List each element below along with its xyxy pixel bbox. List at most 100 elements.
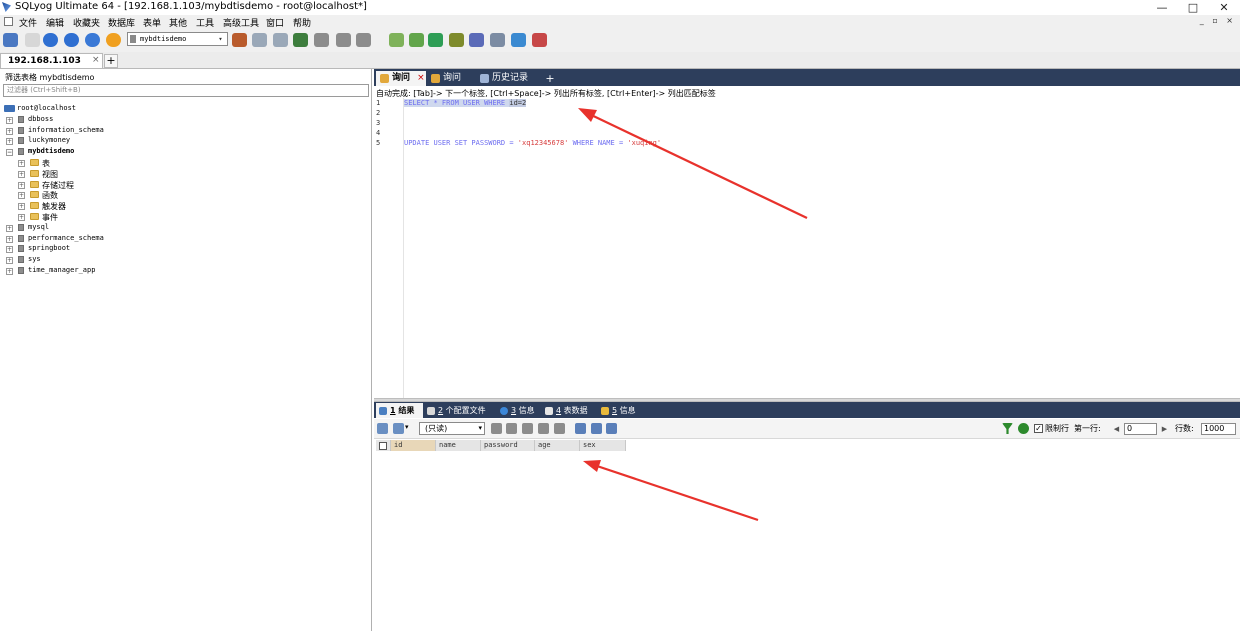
tab-table-data[interactable]: 4 表数据: [542, 403, 594, 418]
stop-icon[interactable]: [106, 33, 121, 47]
data-sync-icon[interactable]: [273, 33, 288, 47]
expand-icon[interactable]: +: [6, 225, 13, 232]
connection-tab[interactable]: 192.168.1.103 ×: [0, 53, 103, 68]
monitor-icon[interactable]: [490, 33, 505, 47]
duplicate-row-icon[interactable]: [506, 423, 517, 434]
tab-info[interactable]: 5 信息: [598, 403, 640, 418]
chevron-down-icon[interactable]: ▾: [215, 33, 226, 45]
import-icon[interactable]: [293, 33, 308, 47]
menu-database[interactable]: 数据库: [108, 16, 135, 29]
column-header-sex[interactable]: sex: [580, 440, 626, 451]
table-data-icon[interactable]: [356, 33, 371, 47]
grid-view-icon[interactable]: [575, 423, 586, 434]
maximize-button[interactable]: □: [1177, 0, 1209, 15]
minimize-button[interactable]: —: [1146, 0, 1178, 15]
new-connection-icon[interactable]: [3, 33, 18, 47]
tab-info-label: 信息: [619, 406, 636, 415]
expand-icon[interactable]: +: [18, 192, 25, 199]
reset-filter-icon[interactable]: [1018, 423, 1029, 434]
expand-icon[interactable]: +: [18, 160, 25, 167]
tab-profile-label: 个配置文件: [445, 406, 486, 415]
scheduler-icon[interactable]: [449, 33, 464, 47]
query-builder-icon[interactable]: [389, 33, 404, 47]
expand-icon[interactable]: +: [6, 236, 13, 243]
report-icon[interactable]: [532, 33, 547, 47]
column-header-age[interactable]: age: [535, 440, 580, 451]
connection-manager-icon[interactable]: [25, 33, 40, 47]
rows-count-input[interactable]: 1000: [1201, 423, 1236, 435]
save-icon[interactable]: [522, 423, 533, 434]
limit-rows-checkbox[interactable]: ✓: [1034, 424, 1043, 433]
profiler-icon[interactable]: [511, 33, 526, 47]
expand-icon[interactable]: +: [18, 182, 25, 189]
restore-icon[interactable]: [336, 33, 351, 47]
expand-icon[interactable]: +: [18, 203, 25, 210]
menu-tools[interactable]: 工具: [196, 16, 214, 29]
collapse-icon[interactable]: −: [6, 149, 13, 156]
menu-advanced-tools[interactable]: 高级工具: [223, 16, 259, 29]
schema-designer-icon[interactable]: [409, 33, 424, 47]
compare-icon[interactable]: [428, 33, 443, 47]
execute-query-icon[interactable]: [43, 33, 58, 47]
expand-icon[interactable]: +: [6, 257, 13, 264]
code-line-1[interactable]: SELECT * FROM USER WHERE id=2: [404, 99, 527, 107]
folder-icon: [30, 213, 39, 220]
first-row-input[interactable]: 0: [1124, 423, 1157, 435]
chevron-down-icon[interactable]: ▾: [405, 423, 409, 431]
database-select[interactable]: mybdtisdemo ▾: [127, 32, 228, 46]
close-icon[interactable]: ×: [417, 73, 425, 83]
mdi-window-controls[interactable]: _ ▫ ×: [1200, 16, 1236, 25]
tab-query-2[interactable]: 询问: [427, 71, 474, 86]
tab-messages[interactable]: 3 信息: [497, 403, 539, 418]
expand-icon[interactable]: +: [6, 117, 13, 124]
menu-other[interactable]: 其他: [169, 16, 187, 29]
delete-icon[interactable]: [538, 423, 549, 434]
filter-input[interactable]: 过滤器 (Ctrl+Shift+B): [3, 84, 369, 97]
close-window-button[interactable]: ✕: [1208, 0, 1240, 15]
schema-sync-icon[interactable]: [252, 33, 267, 47]
line-number: 5: [376, 139, 381, 147]
view-mode-icon[interactable]: [393, 423, 404, 434]
export-icon[interactable]: [377, 423, 388, 434]
new-connection-tab-button[interactable]: +: [104, 54, 118, 68]
expand-icon[interactable]: +: [6, 138, 13, 145]
expand-icon[interactable]: +: [6, 246, 13, 253]
select-all-checkbox[interactable]: [379, 442, 387, 450]
menu-help[interactable]: 帮助: [293, 16, 311, 29]
execute-all-icon[interactable]: [64, 33, 79, 47]
backup-icon[interactable]: [314, 33, 329, 47]
previous-page-icon[interactable]: ◀: [1112, 424, 1121, 434]
menu-favorites[interactable]: 收藏夹: [73, 16, 100, 29]
column-header-name[interactable]: name: [436, 440, 481, 451]
expand-icon[interactable]: +: [6, 128, 13, 135]
database-icon: [18, 127, 24, 134]
refresh-icon[interactable]: [554, 423, 565, 434]
tab-profile[interactable]: 2 个配置文件: [424, 403, 492, 418]
tree-item-label: sys: [28, 255, 41, 263]
result-grid[interactable]: [375, 439, 1240, 631]
refresh-icon[interactable]: [85, 33, 100, 47]
insert-row-icon[interactable]: [491, 423, 502, 434]
code-line-5[interactable]: UPDATE USER SET PASSWORD = 'xq12345678' …: [404, 139, 661, 147]
column-header-id[interactable]: id: [391, 440, 436, 451]
expand-icon[interactable]: +: [6, 268, 13, 275]
notifications-icon[interactable]: [469, 33, 484, 47]
column-header-password[interactable]: password: [481, 440, 535, 451]
text-view-icon[interactable]: [606, 423, 617, 434]
next-page-icon[interactable]: ▶: [1160, 424, 1169, 434]
form-view-icon[interactable]: [591, 423, 602, 434]
code-selection: id=2: [509, 99, 527, 107]
menu-window[interactable]: 窗口: [266, 16, 284, 29]
menu-table[interactable]: 表单: [143, 16, 161, 29]
tab-history[interactable]: 历史记录: [476, 71, 540, 86]
expand-icon[interactable]: +: [18, 171, 25, 178]
tab-result[interactable]: 1 结果: [376, 403, 423, 418]
expand-icon[interactable]: +: [18, 214, 25, 221]
tab-query-1[interactable]: 询问 ×: [376, 71, 426, 86]
close-icon[interactable]: ×: [92, 55, 100, 65]
readonly-mode-select[interactable]: (只读) ▾: [419, 422, 485, 435]
add-query-tab-button[interactable]: +: [544, 71, 556, 86]
menu-edit[interactable]: 编辑: [46, 16, 64, 29]
user-manager-icon[interactable]: [232, 33, 247, 47]
menu-file[interactable]: 文件: [19, 16, 37, 29]
